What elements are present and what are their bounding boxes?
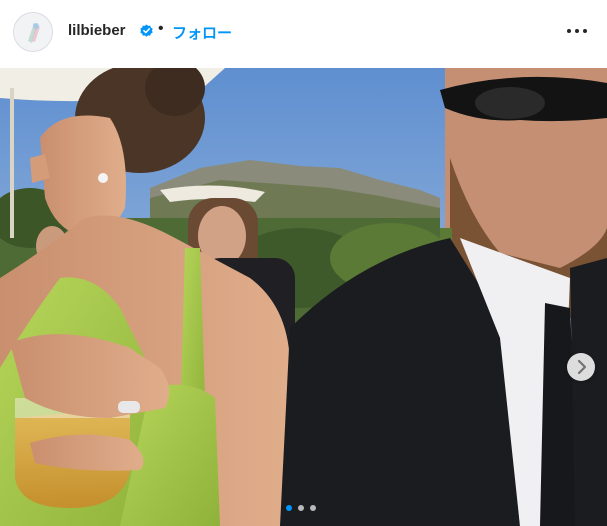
more-options-icon[interactable] xyxy=(564,25,590,37)
more-dot xyxy=(575,29,579,33)
avatar[interactable] xyxy=(13,12,53,52)
carousel-dot xyxy=(298,505,304,511)
more-dot xyxy=(567,29,571,33)
post-photo[interactable] xyxy=(0,68,607,526)
avatar-image xyxy=(14,13,52,51)
chevron-right-icon xyxy=(577,359,587,375)
follow-button[interactable]: フォロー xyxy=(172,22,232,43)
carousel-dot-active xyxy=(286,505,292,511)
separator-dot: • xyxy=(158,20,164,37)
carousel-indicator xyxy=(286,505,322,511)
verified-badge-icon xyxy=(140,24,153,37)
post-header: lilbieber • フォロー xyxy=(0,0,607,68)
photo-illustration xyxy=(0,68,607,526)
username[interactable]: lilbieber xyxy=(68,22,126,39)
more-dot xyxy=(583,29,587,33)
carousel-dot xyxy=(310,505,316,511)
next-slide-button[interactable] xyxy=(567,353,595,381)
